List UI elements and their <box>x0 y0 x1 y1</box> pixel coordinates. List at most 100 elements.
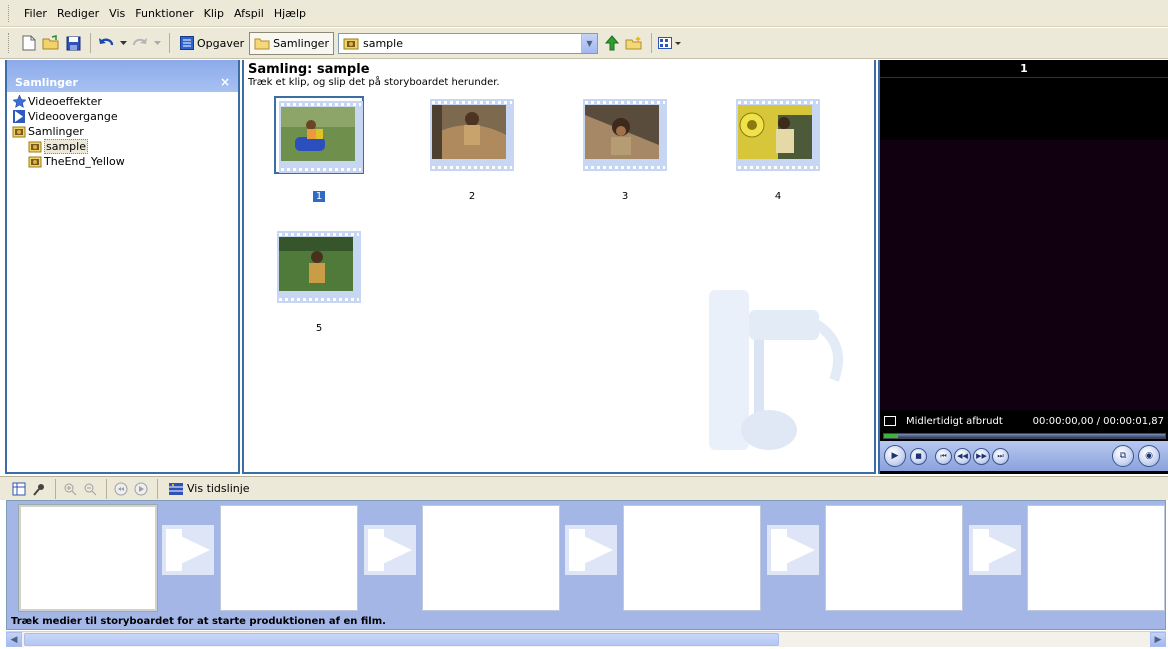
play-icon[interactable]: ▶ <box>884 445 906 467</box>
transition-slot[interactable] <box>565 525 617 575</box>
clip-thumbnail[interactable] <box>427 96 517 174</box>
collections-panel: Samlinger × Videoeffekter Videoovergange… <box>5 60 240 474</box>
tree-item-label: TheEnd_Yellow <box>44 155 125 168</box>
open-project-icon[interactable] <box>41 33 61 53</box>
rewind-icon[interactable]: ◀◀ <box>954 447 971 465</box>
preview-monitor: 1 Midlertidigt afbrudt 00:00:00,00 / 00:… <box>878 60 1168 474</box>
collections-tree: Videoeffekter Videoovergange Samlinger s… <box>7 92 238 169</box>
tree-item-video-effects[interactable]: Videoeffekter <box>12 94 238 109</box>
menu-functions[interactable]: Funktioner <box>130 5 198 22</box>
storyboard-scrollbar[interactable]: ◀ ▶ <box>6 631 1166 647</box>
storyboard-slot[interactable] <box>623 505 761 611</box>
up-level-icon[interactable] <box>602 33 622 53</box>
seek-bar[interactable] <box>883 433 1166 439</box>
zoom-out-icon[interactable] <box>81 480 99 498</box>
tasks-icon <box>180 36 194 50</box>
forward-icon[interactable]: ▶▶ <box>973 447 990 465</box>
clip-label: 3 <box>621 191 629 202</box>
redo-dropdown-icon[interactable] <box>152 33 162 53</box>
tasks-label: Opgaver <box>197 36 245 50</box>
menu-bar: Filer Rediger Vis Funktioner Klip Afspil… <box>0 0 1168 27</box>
menubar-grip[interactable] <box>8 4 11 22</box>
clip-thumbnail[interactable] <box>733 96 823 174</box>
transition-icon <box>12 110 26 123</box>
toolbar-separator <box>106 478 107 499</box>
save-project-icon[interactable] <box>63 33 83 53</box>
tree-item-theend-yellow[interactable]: TheEnd_Yellow <box>12 154 238 169</box>
star-icon <box>12 95 26 108</box>
tasks-button[interactable]: Opgaver <box>175 32 249 55</box>
close-icon[interactable]: × <box>220 75 230 89</box>
clip-thumbnail[interactable] <box>274 228 364 306</box>
menu-view[interactable]: Vis <box>104 5 130 22</box>
take-picture-icon[interactable]: ◉ <box>1138 445 1160 467</box>
collections-panel-title: Samlinger <box>15 76 78 89</box>
storyboard-hint: Træk medier til storyboardet for at star… <box>11 616 386 627</box>
preview-clip-number: 1 <box>880 60 1168 78</box>
timeline-icon <box>169 482 183 495</box>
new-project-icon[interactable] <box>19 33 39 53</box>
toolbar-separator <box>650 33 652 53</box>
storyboard-slot[interactable] <box>825 505 963 611</box>
rewind-storyboard-icon[interactable] <box>112 480 130 498</box>
clip-label: 1 <box>274 191 364 202</box>
clip-thumbnail[interactable] <box>580 96 670 174</box>
new-folder-icon[interactable] <box>624 33 644 53</box>
redo-icon[interactable] <box>130 33 150 53</box>
clip-image <box>585 105 659 159</box>
toolbar-grip[interactable] <box>8 33 11 53</box>
scroll-left-icon[interactable]: ◀ <box>6 632 22 647</box>
collection-content-pane: Samling: sample Træk et klip, og slip de… <box>242 60 876 474</box>
storyboard-slot[interactable] <box>422 505 560 611</box>
storyboard-slot[interactable] <box>220 505 358 611</box>
menu-help[interactable]: Hjælp <box>269 5 311 22</box>
previous-frame-icon[interactable]: ⏮ <box>935 447 952 465</box>
tree-item-label: sample <box>44 139 88 154</box>
scroll-right-icon[interactable]: ▶ <box>1150 632 1166 647</box>
undo-icon[interactable] <box>96 33 116 53</box>
tree-item-video-transitions[interactable]: Videoovergange <box>12 109 238 124</box>
view-options-icon[interactable] <box>657 33 683 53</box>
tree-item-label: Videoovergange <box>28 110 118 123</box>
menu-clip[interactable]: Klip <box>199 5 229 22</box>
menu-play[interactable]: Afspil <box>229 5 269 22</box>
scrollbar-thumb[interactable] <box>24 633 779 646</box>
collections-panel-header: Samlinger × <box>7 60 238 92</box>
collection-icon <box>12 125 26 138</box>
zoom-in-icon[interactable] <box>61 480 79 498</box>
clip-thumbnail[interactable] <box>274 96 364 174</box>
transition-slot[interactable] <box>969 525 1021 575</box>
toolbar-separator <box>157 478 158 499</box>
tree-item-sample[interactable]: sample <box>12 139 238 154</box>
playback-status: Midlertidigt afbrudt <box>906 415 1003 427</box>
undo-dropdown-icon[interactable] <box>118 33 128 53</box>
preview-screen[interactable] <box>880 140 1168 410</box>
clip-image <box>281 107 355 161</box>
collections-button[interactable]: Samlinger <box>249 31 334 55</box>
play-storyboard-icon[interactable] <box>132 480 150 498</box>
tree-item-label: Videoeffekter <box>28 95 102 108</box>
menu-file[interactable]: Filer <box>19 5 52 22</box>
transition-slot[interactable] <box>162 525 214 575</box>
tree-item-label: Samlinger <box>28 125 84 138</box>
storyboard-slot[interactable] <box>1027 505 1165 611</box>
menu-edit[interactable]: Rediger <box>52 5 104 22</box>
transition-slot[interactable] <box>767 525 819 575</box>
narrate-icon[interactable] <box>30 480 48 498</box>
chevron-down-icon[interactable]: ▼ <box>580 33 597 53</box>
collection-select[interactable]: sample ▼ <box>337 32 598 54</box>
monitor-icon <box>884 416 896 426</box>
storyboard[interactable]: Træk medier til storyboardet for at star… <box>6 500 1166 630</box>
split-clip-icon[interactable]: ⧉ <box>1112 445 1134 467</box>
storyboard-slot[interactable] <box>18 504 158 612</box>
clip-image <box>738 105 812 159</box>
show-timeline-button[interactable]: Vis tidslinje <box>163 477 255 500</box>
next-frame-icon[interactable]: ⏭ <box>992 447 1009 465</box>
clip-image <box>432 105 506 159</box>
collections-label: Samlinger <box>273 36 329 50</box>
transition-slot[interactable] <box>364 525 416 575</box>
storyboard-icon[interactable] <box>10 480 28 498</box>
stop-icon[interactable]: ■ <box>910 447 927 465</box>
toolbar-separator <box>90 33 91 53</box>
tree-item-collections[interactable]: Samlinger <box>12 124 238 139</box>
